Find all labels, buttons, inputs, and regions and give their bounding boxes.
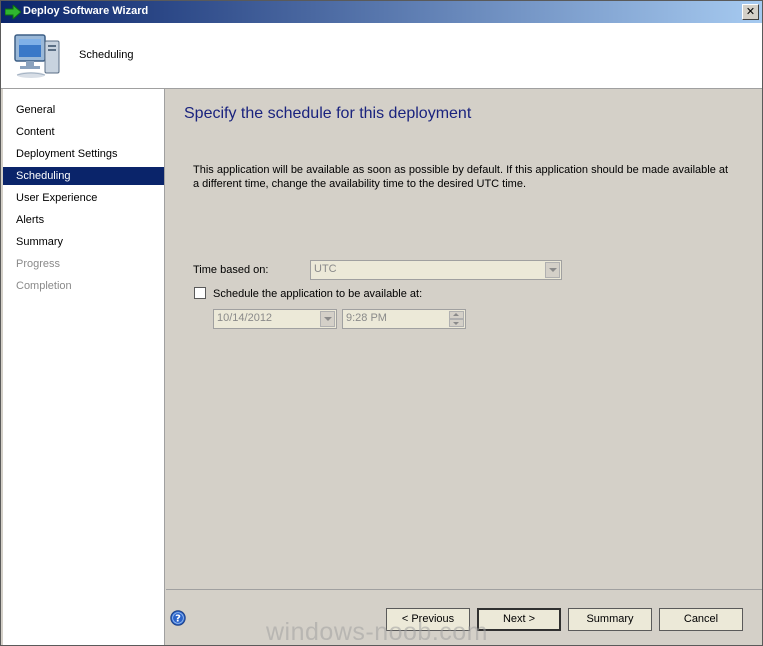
spin-up-icon[interactable] (449, 311, 464, 319)
page-title: Specify the schedule for this deployment (184, 105, 472, 122)
title-bar: Deploy Software Wizard ✕ (1, 1, 762, 23)
sidebar-item-user-experience[interactable]: User Experience (3, 189, 164, 207)
date-picker[interactable]: 10/14/2012 (213, 309, 337, 329)
date-value: 10/14/2012 (217, 312, 273, 324)
wizard-steps-sidebar: General Content Deployment Settings Sche… (3, 89, 165, 645)
sidebar-item-alerts[interactable]: Alerts (3, 211, 164, 229)
watermark: windows-noob.com (266, 618, 488, 646)
main-content: Specify the schedule for this deployment… (166, 89, 762, 589)
wizard-header: Scheduling (1, 23, 762, 89)
spin-down-icon[interactable] (449, 319, 464, 327)
help-icon[interactable]: ? (170, 610, 186, 626)
chevron-down-icon (545, 262, 560, 278)
next-button[interactable]: Next > (477, 608, 561, 631)
step-title: Scheduling (79, 49, 134, 61)
sidebar-item-deployment-settings[interactable]: Deployment Settings (3, 145, 164, 163)
sidebar-item-general[interactable]: General (3, 101, 164, 119)
cancel-button[interactable]: Cancel (659, 608, 743, 631)
close-icon: ✕ (745, 5, 756, 18)
time-based-on-label: Time based on: (193, 264, 269, 276)
chevron-down-icon (320, 311, 335, 327)
close-button[interactable]: ✕ (742, 4, 759, 20)
schedule-checkbox-label: Schedule the application to be available… (213, 288, 423, 300)
time-based-on-select[interactable]: UTC (310, 260, 562, 280)
schedule-checkbox[interactable] (194, 287, 206, 299)
sidebar-item-completion: Completion (16, 280, 72, 292)
computer-icon (14, 34, 60, 78)
sidebar-item-summary[interactable]: Summary (3, 233, 164, 251)
svg-text:?: ? (175, 614, 181, 625)
summary-button[interactable]: Summary (568, 608, 652, 631)
time-stepper[interactable]: 9:28 PM (342, 309, 466, 329)
time-based-on-value: UTC (314, 263, 337, 275)
time-value: 9:28 PM (346, 312, 387, 324)
page-description: This application will be available as so… (193, 164, 729, 190)
green-arrow-icon (5, 5, 21, 19)
sidebar-item-progress: Progress (16, 258, 61, 270)
wizard-window: Deploy Software Wizard ✕ Scheduling Gene… (0, 0, 763, 646)
sidebar-item-scheduling[interactable]: Scheduling (3, 167, 164, 185)
window-title: Deploy Software Wizard (23, 5, 149, 17)
sidebar-item-content[interactable]: Content (3, 123, 164, 141)
